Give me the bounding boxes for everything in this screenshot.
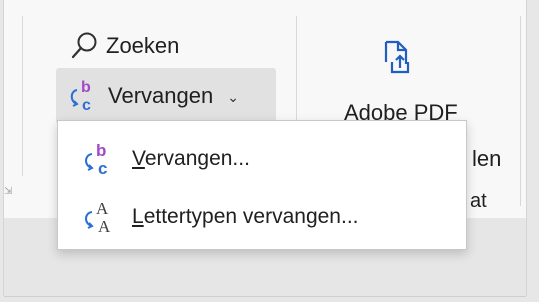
dialog-launcher-icon[interactable]: ⇲: [4, 186, 12, 197]
replace-icon: b c: [70, 79, 91, 114]
ribbon-group-separator: [22, 16, 23, 176]
menu-item-label: Lettertypen vervangen...: [132, 205, 359, 229]
search-button[interactable]: Zoeken: [68, 28, 179, 64]
menu-item-text: ettertypen vervangen...: [143, 205, 359, 228]
menu-item-replace-fonts[interactable]: A A Lettertypen vervangen...: [58, 191, 466, 243]
svg-text:b: b: [96, 141, 106, 160]
partial-label: at: [470, 190, 487, 212]
accelerator-key: V: [132, 147, 145, 170]
svg-text:A: A: [96, 199, 109, 218]
ribbon-group-separator: [520, 16, 521, 206]
menu-item-replace[interactable]: b c Vervangen...: [58, 133, 466, 185]
replace-dropdown-menu: b c Vervangen... A A Lettertypen vervang…: [57, 120, 467, 250]
svg-text:A: A: [98, 217, 111, 235]
replace-split-button[interactable]: b c Vervangen ⌄: [56, 68, 276, 124]
search-icon: [71, 32, 97, 59]
partial-label: len: [472, 146, 502, 171]
chevron-down-icon[interactable]: ⌄: [227, 89, 239, 106]
menu-item-text: ervangen...: [144, 147, 250, 170]
svg-text:b: b: [81, 79, 91, 96]
svg-text:c: c: [82, 97, 91, 114]
svg-text:c: c: [98, 159, 107, 177]
replace-label: Vervangen: [108, 83, 214, 108]
search-label: Zoeken: [106, 33, 180, 58]
replace-icon: b c: [85, 141, 107, 177]
replace-fonts-icon: A A: [85, 199, 111, 235]
menu-item-label: Vervangen...: [132, 147, 250, 171]
export-pdf-icon: [384, 40, 410, 74]
accelerator-key: L: [132, 205, 144, 228]
